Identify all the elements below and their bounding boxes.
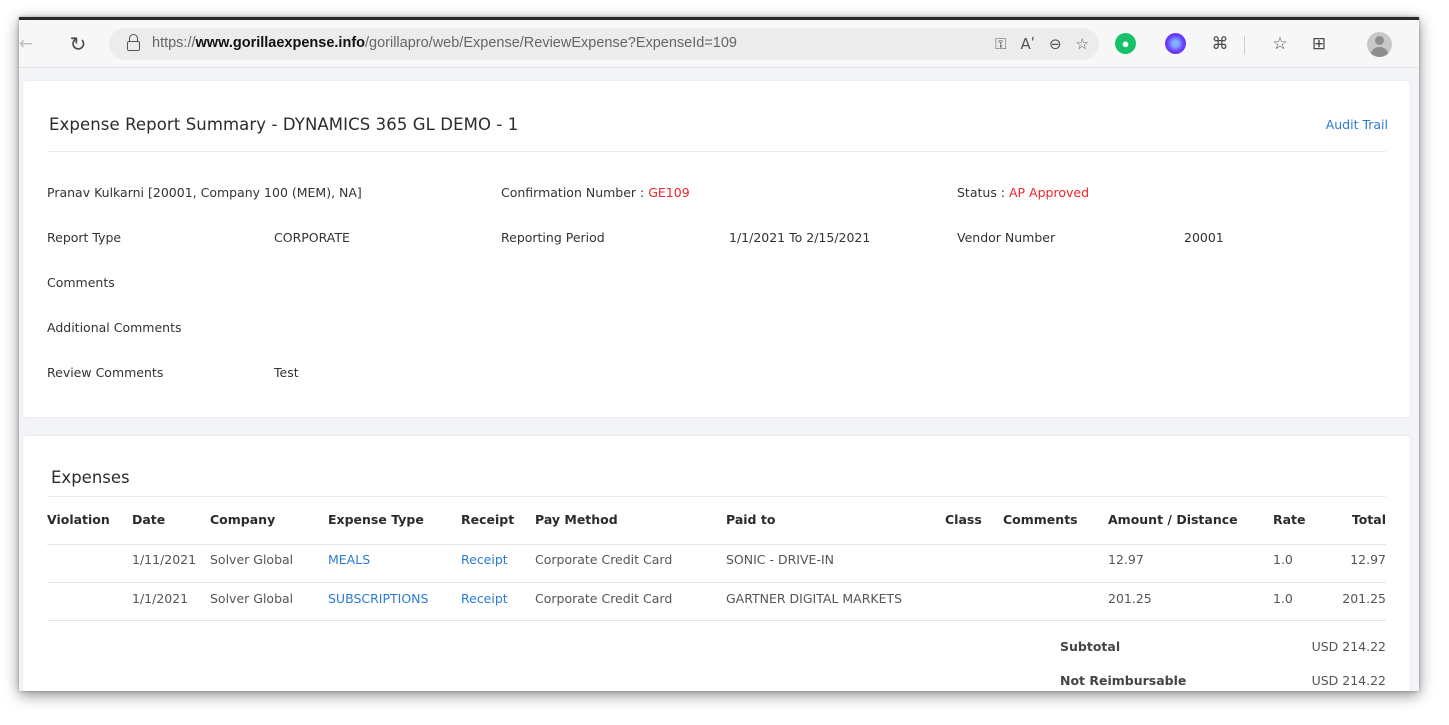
col-header-violation[interactable]: Violation xyxy=(47,512,110,527)
favorite-add-icon[interactable]: ☆ xyxy=(1076,35,1089,53)
browser-window: ← ↻ https://www.gorillaexpense.info/gori… xyxy=(19,17,1419,691)
grammarly-icon[interactable]: ● xyxy=(1115,33,1136,54)
col-header-paid-to[interactable]: Paid to xyxy=(726,512,775,527)
col-header-pay-method[interactable]: Pay Method xyxy=(535,512,618,527)
page-title: Expense Report Summary - DYNAMICS 365 GL… xyxy=(49,115,519,134)
col-header-rate[interactable]: Rate xyxy=(1273,512,1306,527)
expenses-card: Expenses Violation Date Company Expense … xyxy=(23,436,1410,691)
col-header-date[interactable]: Date xyxy=(132,512,165,527)
row-divider xyxy=(47,582,1386,583)
subtotal-label: Subtotal xyxy=(1060,639,1121,654)
cell-company: Solver Global xyxy=(210,591,294,606)
reporting-period-value: 1/1/2021 To 2/15/2021 xyxy=(729,230,871,245)
expenses-title: Expenses xyxy=(51,468,130,487)
cell-company: Solver Global xyxy=(210,552,294,567)
refresh-icon[interactable]: ↻ xyxy=(63,29,93,59)
col-header-class[interactable]: Class xyxy=(945,512,982,527)
profile-icon[interactable] xyxy=(1367,32,1392,57)
cell-pay-method: Corporate Credit Card xyxy=(535,591,673,606)
favorites-icon[interactable]: ☆ xyxy=(1265,29,1295,59)
confirmation-value: GE109 xyxy=(648,185,690,200)
expense-type-link[interactable]: SUBSCRIPTIONS xyxy=(328,591,428,606)
subtotal-value: USD 214.22 xyxy=(1311,639,1386,654)
cell-rate: 1.0 xyxy=(1273,552,1293,567)
review-comments-value: Test xyxy=(274,365,299,380)
vendor-number-label: Vendor Number xyxy=(957,230,1056,245)
cell-amount: 12.97 xyxy=(1108,552,1144,567)
employee-info: Pranav Kulkarni [20001, Company 100 (MEM… xyxy=(47,185,362,200)
reporting-period-label: Reporting Period xyxy=(501,230,605,245)
expense-summary-card: Expense Report Summary - DYNAMICS 365 GL… xyxy=(23,81,1410,417)
summary-divider xyxy=(47,151,1386,152)
col-header-company[interactable]: Company xyxy=(210,512,275,527)
not-reimbursable-label: Not Reimbursable xyxy=(1060,673,1187,688)
audit-trail-link[interactable]: Audit Trail xyxy=(1326,117,1388,132)
col-header-amount[interactable]: Amount / Distance xyxy=(1108,512,1238,527)
key-icon[interactable]: ⚿ xyxy=(995,35,1006,53)
collections-icon[interactable]: ⊞ xyxy=(1304,29,1334,59)
cell-paid-to: GARTNER DIGITAL MARKETS xyxy=(726,591,903,606)
col-header-expense-type[interactable]: Expense Type xyxy=(328,512,424,527)
report-status: Status : AP Approved xyxy=(957,185,1089,200)
col-header-comments[interactable]: Comments xyxy=(1003,512,1078,527)
browser-toolbar: ← ↻ https://www.gorillaexpense.info/gori… xyxy=(19,20,1419,68)
review-comments-label: Review Comments xyxy=(47,365,164,380)
comments-label: Comments xyxy=(47,275,115,290)
cell-date: 1/1/2021 xyxy=(132,591,189,606)
confirmation-label: Confirmation Number : xyxy=(501,185,649,200)
col-header-total[interactable]: Total xyxy=(1352,512,1386,527)
url-text[interactable]: https://www.gorillaexpense.info/gorillap… xyxy=(152,35,737,51)
report-type-value: CORPORATE xyxy=(274,230,350,245)
status-label: Status : xyxy=(957,185,1009,200)
header-divider xyxy=(47,544,1386,545)
zoom-out-icon[interactable]: ⊖ xyxy=(1049,35,1062,53)
back-icon[interactable]: ← xyxy=(19,29,41,59)
read-aloud-icon[interactable]: Aʹ xyxy=(1021,35,1035,53)
expenses-title-divider xyxy=(47,496,1386,497)
cell-rate: 1.0 xyxy=(1273,591,1293,606)
extension-icon[interactable] xyxy=(1165,33,1186,54)
cell-total: 201.25 xyxy=(1342,591,1386,606)
toolbar-separator xyxy=(1244,36,1245,54)
vendor-number-value: 20001 xyxy=(1184,230,1224,245)
receipt-link[interactable]: Receipt xyxy=(461,591,508,606)
expense-type-link[interactable]: MEALS xyxy=(328,552,370,567)
additional-comments-label: Additional Comments xyxy=(47,320,182,335)
puzzle-icon[interactable]: ⌘ xyxy=(1205,29,1235,59)
status-value: AP Approved xyxy=(1009,185,1090,200)
cell-date: 1/11/2021 xyxy=(132,552,197,567)
col-header-receipt[interactable]: Receipt xyxy=(461,512,514,527)
cell-amount: 201.25 xyxy=(1108,591,1152,606)
confirmation-number: Confirmation Number : GE109 xyxy=(501,185,690,200)
address-bar-actions: ⚿ Aʹ ⊖ ☆ xyxy=(995,28,1089,60)
cell-paid-to: SONIC - DRIVE-IN xyxy=(726,552,834,567)
not-reimbursable-value: USD 214.22 xyxy=(1311,673,1386,688)
cell-pay-method: Corporate Credit Card xyxy=(535,552,673,567)
receipt-link[interactable]: Receipt xyxy=(461,552,508,567)
lock-icon[interactable] xyxy=(127,34,140,51)
row-divider xyxy=(47,620,1386,621)
report-type-label: Report Type xyxy=(47,230,122,245)
address-bar[interactable]: https://www.gorillaexpense.info/gorillap… xyxy=(109,28,1099,60)
cell-total: 12.97 xyxy=(1350,552,1386,567)
